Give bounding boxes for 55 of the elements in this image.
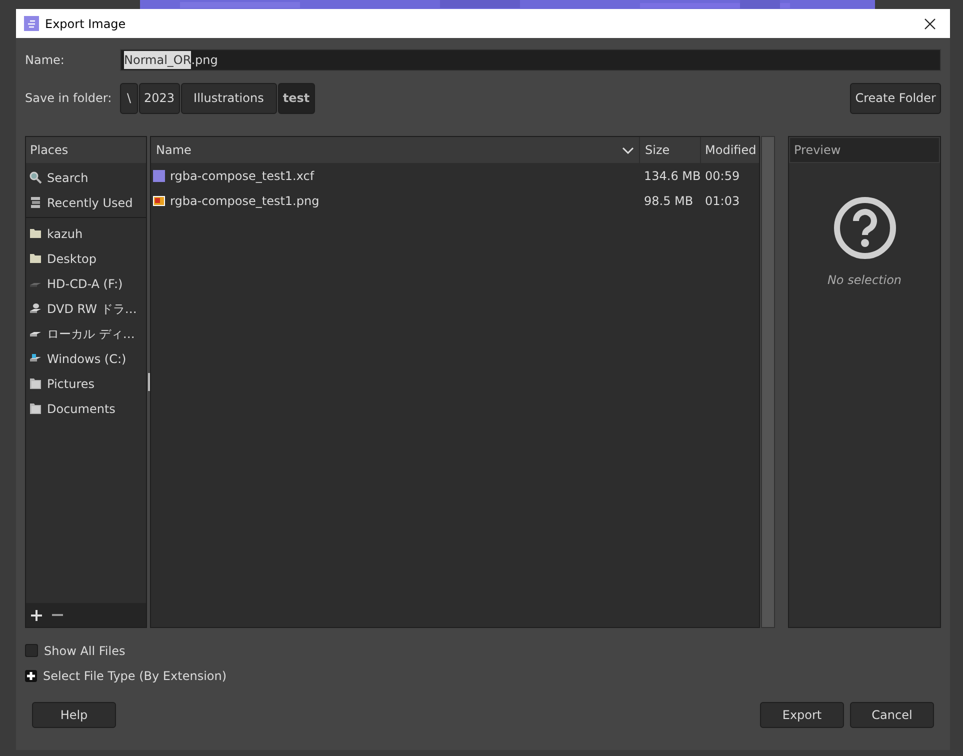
name-label: Name: <box>25 52 66 69</box>
document-stack-icon <box>29 196 42 209</box>
app-icon <box>24 16 39 31</box>
place-item[interactable]: Pictures <box>26 371 146 396</box>
file-name: rgba-compose_test1.png <box>170 192 320 210</box>
place-item[interactable]: Windows (C:) <box>26 346 146 371</box>
place-item[interactable]: kazuh <box>26 221 146 246</box>
help-button[interactable]: Help <box>32 702 116 728</box>
window-title: Export Image <box>45 16 126 32</box>
path-button[interactable]: 2023 <box>139 82 180 114</box>
place-item[interactable]: Recently Used <box>26 190 146 215</box>
folder-icon <box>29 402 42 415</box>
place-item[interactable]: HD-CD-A (F:) <box>26 271 146 296</box>
place-item[interactable]: Documents <box>26 396 146 421</box>
file-size: 134.6 MB <box>643 168 701 184</box>
file-size: 98.5 MB <box>643 192 694 210</box>
file-row[interactable]: rgba-compose_test1.xcf 134.6 MB 00:59 <box>151 163 759 188</box>
path-button[interactable]: test <box>278 82 315 114</box>
folder-icon <box>29 227 42 240</box>
export-button[interactable]: Export <box>760 702 844 728</box>
folder-icon <box>29 377 42 390</box>
expand-icon[interactable] <box>25 670 37 682</box>
checkbox[interactable] <box>25 644 38 657</box>
search-icon <box>29 171 42 184</box>
column-header[interactable]: Modified <box>701 137 759 163</box>
panel-header: Preview <box>789 137 940 163</box>
cancel-button[interactable]: Cancel <box>850 702 934 728</box>
column-header[interactable]: Name <box>151 137 640 163</box>
file-name: rgba-compose_test1.xcf <box>170 168 314 184</box>
path-button[interactable]: Illustrations <box>180 82 277 114</box>
sort-caret-icon <box>622 146 634 154</box>
disc-drive-icon <box>29 302 42 315</box>
remove-icon[interactable] <box>52 614 63 616</box>
place-item[interactable]: Desktop <box>26 246 146 271</box>
option-label[interactable]: Show All Files <box>44 642 126 660</box>
place-item[interactable]: Search <box>26 165 146 190</box>
image-file-icon <box>153 170 165 182</box>
question-icon <box>832 196 896 260</box>
path-button[interactable]: \ <box>120 82 138 114</box>
no-selection-text: No selection <box>827 272 902 289</box>
place-item[interactable]: DVD RW ドラ… <box>26 296 146 321</box>
folder-label: Save in folder: <box>25 90 113 107</box>
file-modified: 00:59 <box>704 168 741 184</box>
name-field[interactable]: Normal_OR.png <box>120 49 941 71</box>
folder-icon <box>29 252 42 265</box>
image-file-icon <box>153 194 165 206</box>
column-header[interactable]: Size <box>640 137 701 163</box>
column-header: Places <box>26 137 146 163</box>
create-folder-button[interactable]: Create Folder <box>850 82 941 114</box>
close-icon <box>924 18 936 30</box>
place-item[interactable]: ローカル ディ… <box>26 321 146 346</box>
add-icon[interactable] <box>31 610 42 620</box>
option-label[interactable]: Select File Type (By Extension) <box>43 666 227 684</box>
file-row[interactable]: rgba-compose_test1.png 98.5 MB 01:03 <box>151 188 759 213</box>
file-modified: 01:03 <box>704 192 741 210</box>
